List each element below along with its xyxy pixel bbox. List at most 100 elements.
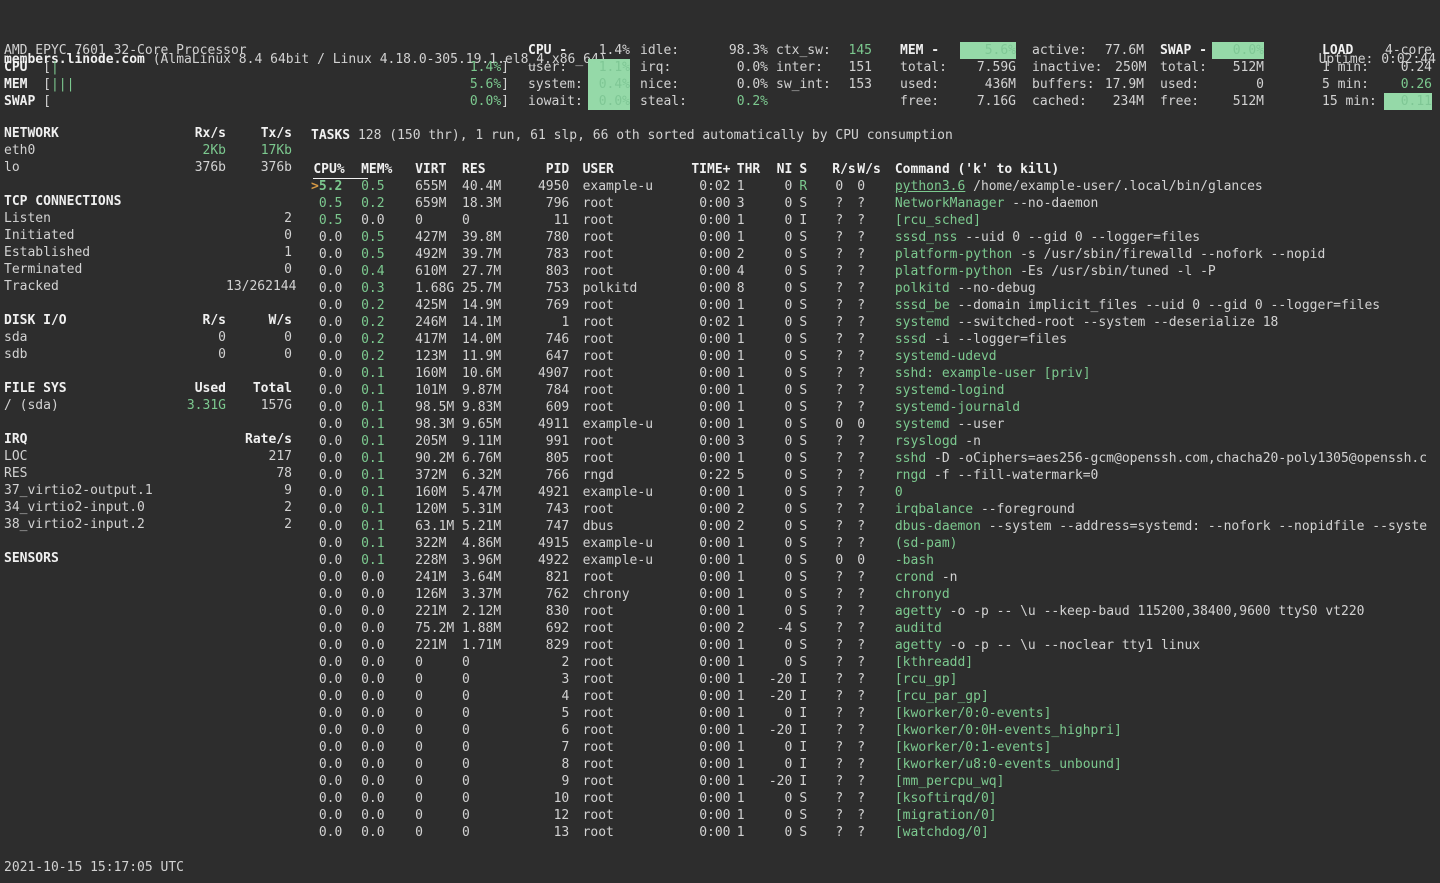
cell-write-rate: ?	[857, 399, 880, 416]
command-args: --domain implicit_files --uid 0 --gid 0 …	[950, 298, 1380, 313]
cell-pid: 766	[507, 467, 570, 484]
column-header-virt: VIRT	[415, 161, 466, 178]
cell-read-rate: ?	[828, 212, 844, 229]
sensors-title: SENSORS	[4, 550, 292, 567]
cell-virt: 425M	[415, 297, 466, 314]
cell-read-rate: ?	[828, 382, 844, 399]
cell-ni: 0	[765, 348, 792, 365]
command-args: -D -oCiphers=aes256-gcm@openssh.com,chac…	[926, 451, 1427, 466]
command-args: --uid 0 --gid 0 --logger=files	[957, 230, 1200, 245]
cell-ni: 0	[765, 603, 792, 620]
process-row: 0.00.0009root0:001-20I??[mm_percpu_wq]	[311, 773, 1440, 790]
command-name: [migration/0]	[895, 808, 997, 823]
stat-label: idle:	[640, 42, 679, 59]
item-name: Tracked	[4, 278, 156, 295]
cell-cpu: 0.0	[319, 739, 354, 756]
stat-value: 17.9M	[1100, 76, 1144, 93]
process-row: 0.00.1120M5.31M743root0:0020S??irqbalanc…	[311, 501, 1440, 518]
cell-pid: 762	[507, 586, 570, 603]
command-name: [mm_percpu_wq]	[895, 774, 1005, 789]
cell-ni: -20	[765, 722, 792, 739]
cell-virt: 0	[415, 654, 466, 671]
item-value: 13/262144	[226, 278, 292, 295]
cell-pid: 830	[507, 603, 570, 620]
cell-read-rate: ?	[828, 365, 844, 382]
cell-virt: 427M	[415, 229, 466, 246]
cell-status: S	[799, 535, 815, 552]
spacer	[156, 465, 226, 482]
cell-command: [kworker/u8:0-events_unbound]	[895, 756, 1122, 773]
cell-virt: 0	[415, 807, 466, 824]
stat-value: 0	[1212, 76, 1264, 93]
stat-label: cached:	[1032, 93, 1087, 110]
cell-cpu: 0.0	[319, 671, 354, 688]
cell-user: root	[583, 756, 669, 773]
cell-res: 18.3M	[462, 195, 513, 212]
cell-read-rate: ?	[828, 195, 844, 212]
cell-virt: 0	[415, 739, 466, 756]
stat-row: 5 min:0.26	[1322, 76, 1432, 93]
cell-pid: 4907	[507, 365, 570, 382]
gauge-percent: 0.0%	[470, 93, 501, 110]
process-row: 0.00.2123M11.9M647root0:0010S??systemd-u…	[311, 348, 1440, 365]
terminal-screen[interactable]: members.linode.com (AlmaLinux 8.4 64bit …	[0, 0, 1440, 883]
cell-virt: 0	[415, 671, 466, 688]
cell-user: root	[583, 637, 669, 654]
cell-thr: 1	[737, 297, 760, 314]
cell-write-rate: ?	[857, 297, 880, 314]
cell-res: 0	[462, 807, 513, 824]
cell-time: 0:00	[684, 671, 731, 688]
cell-write-rate: ?	[857, 535, 880, 552]
column-header-mem: MEM%	[361, 161, 396, 178]
cell-mem: 0.2	[361, 297, 396, 314]
cell-thr: 1	[737, 773, 760, 790]
network-title: NETWORK	[4, 125, 156, 142]
command-name: crond	[895, 570, 934, 585]
process-row: >5.20.5655M40.4M4950example-u0:0210R00py…	[311, 178, 1440, 195]
stat-row: total:512M	[1160, 59, 1264, 76]
network-header: NETWORKRx/sTx/s	[4, 125, 292, 142]
cell-command: [mm_percpu_wq]	[895, 773, 1005, 790]
tcp-row: Initiated0	[4, 227, 292, 244]
cell-pid: 4950	[507, 178, 570, 195]
stat-value: 7.59G	[960, 59, 1016, 76]
cell-cpu: 0.0	[319, 450, 354, 467]
item-value: 1	[226, 244, 292, 261]
gauge-bar: |1.4%	[51, 59, 501, 76]
cell-ni: 0	[765, 433, 792, 450]
cell-mem: 0.0	[361, 620, 396, 637]
cell-command: -bash	[895, 552, 934, 569]
command-args: -f --fill-watermark=0	[926, 468, 1098, 483]
cell-read-rate: ?	[828, 280, 844, 297]
command-args: -n	[957, 434, 980, 449]
spacer	[156, 448, 226, 465]
cell-read-rate: ?	[828, 790, 844, 807]
cell-time: 0:00	[684, 722, 731, 739]
command-name: [kworker/u8:0-events_unbound]	[895, 757, 1122, 772]
cell-status: S	[799, 416, 815, 433]
cell-ni: 0	[765, 807, 792, 824]
cell-ni: 0	[765, 501, 792, 518]
fs-header: FILE SYSUsedTotal	[4, 380, 292, 397]
cell-time: 0:22	[684, 467, 731, 484]
column-header: R/s	[156, 312, 226, 329]
command-name: python3.6	[895, 179, 965, 194]
cell-res: 0	[462, 688, 513, 705]
process-row: 0.00.0002root0:0010S??[kthreadd]	[311, 654, 1440, 671]
item-value: 0	[226, 261, 292, 278]
bracket: [	[43, 76, 51, 93]
cell-res: 14.9M	[462, 297, 513, 314]
cursor-marker: >	[311, 178, 319, 195]
cell-time: 0:00	[684, 501, 731, 518]
stat-value: 1.1%	[588, 59, 630, 76]
cell-read-rate: ?	[828, 705, 844, 722]
bracket: ]	[501, 93, 509, 110]
cell-read-rate: ?	[828, 637, 844, 654]
cell-time: 0:00	[684, 790, 731, 807]
stat-label: buffers:	[1032, 76, 1095, 93]
quicklook-column: ctx_sw:145inter:151sw_int:153	[776, 42, 872, 93]
cell-command: sshd -D -oCiphers=aes256-gcm@openssh.com…	[895, 450, 1427, 467]
stat-row: inter:151	[776, 59, 872, 76]
item-value: 17Kb	[226, 142, 292, 159]
cell-write-rate: ?	[857, 756, 880, 773]
